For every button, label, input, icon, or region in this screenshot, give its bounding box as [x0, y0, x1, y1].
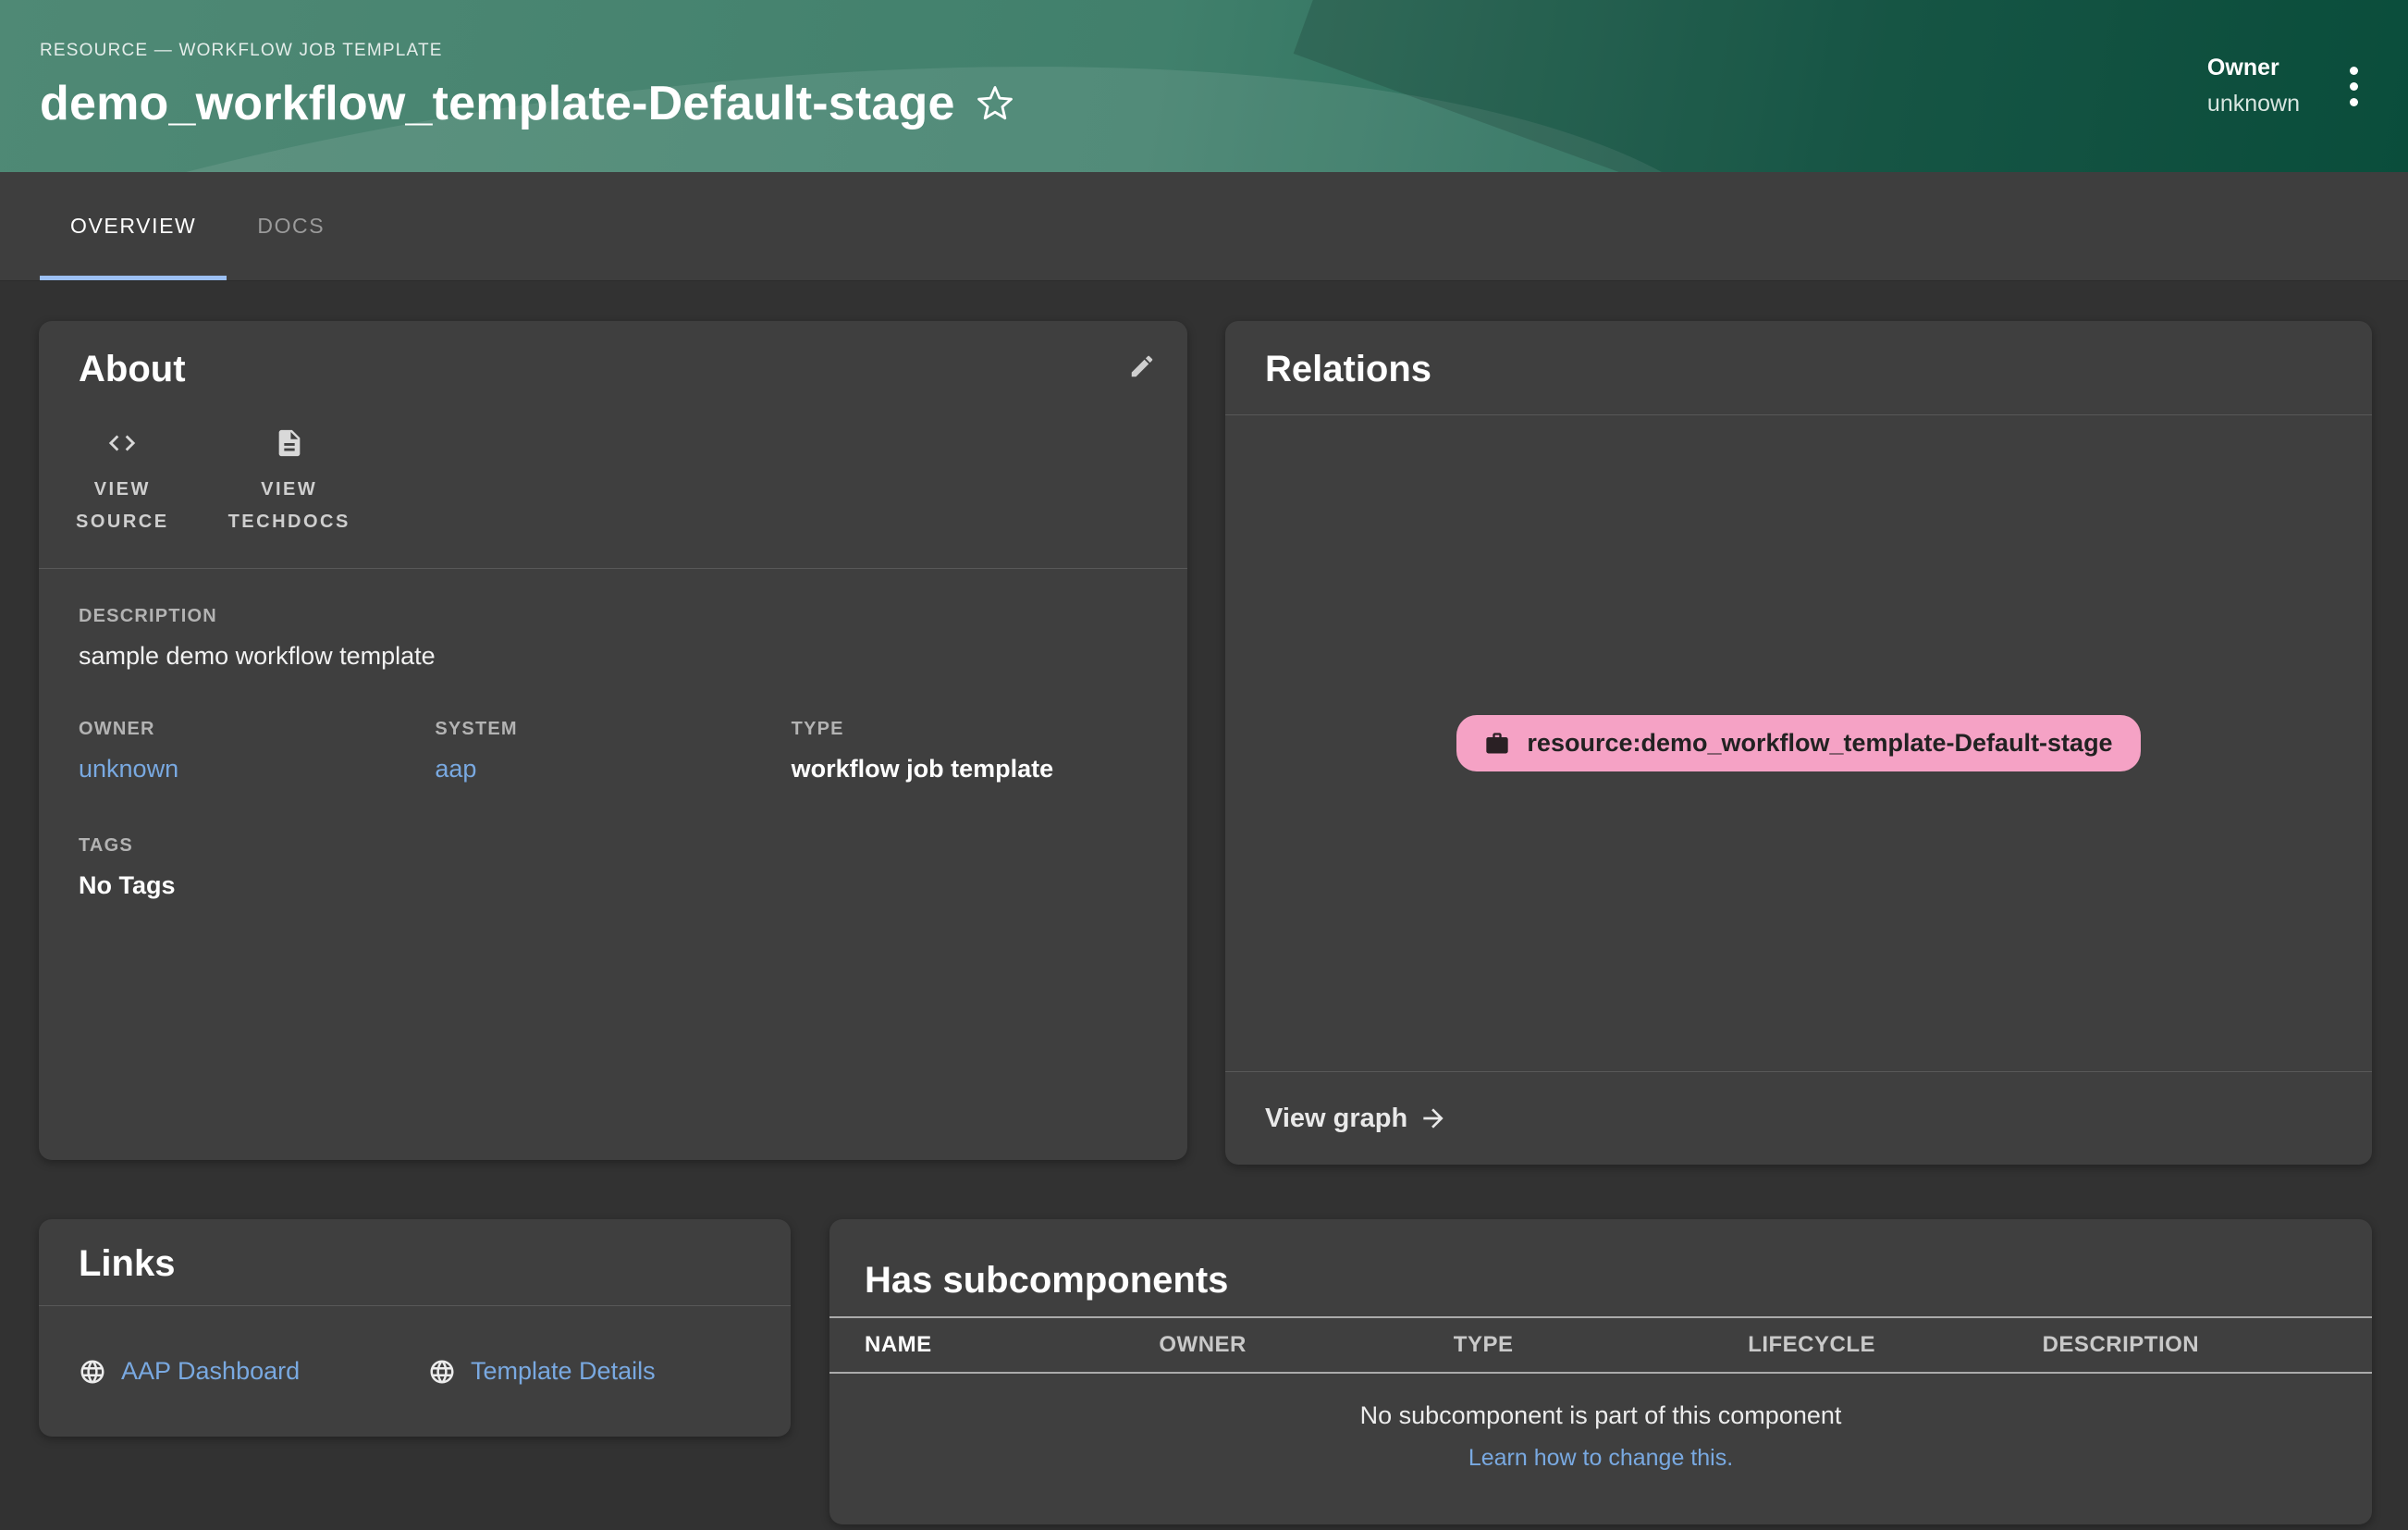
- column-header-owner[interactable]: OWNER: [1159, 1332, 1453, 1358]
- view-techdocs-label: VIEW TECHDOCS: [228, 474, 350, 538]
- briefcase-icon: [1484, 731, 1510, 757]
- header-title-block: RESOURCE — WORKFLOW JOB TEMPLATE demo_wo…: [0, 41, 2207, 131]
- tab-overview[interactable]: OVERVIEW: [40, 172, 227, 280]
- view-source-button[interactable]: VIEW SOURCE: [63, 422, 182, 544]
- tags-value: No Tags: [79, 871, 1148, 900]
- owner-label: Owner: [2207, 55, 2300, 81]
- owner-field: OWNER unknown: [79, 719, 435, 784]
- system-link[interactable]: aap: [435, 755, 476, 783]
- type-field: TYPE workflow job template: [792, 719, 1148, 784]
- globe-icon: [79, 1358, 106, 1386]
- relations-graph: resource:demo_workflow_template-Default-…: [1225, 415, 2372, 1071]
- entity-page-header: RESOURCE — WORKFLOW JOB TEMPLATE demo_wo…: [0, 0, 2408, 172]
- owner-field-label: OWNER: [79, 719, 435, 740]
- favorite-star-icon[interactable]: [976, 84, 1014, 123]
- edit-pencil-icon[interactable]: [1128, 352, 1156, 380]
- links-card-title: Links: [79, 1243, 751, 1285]
- empty-state-message: No subcomponent is part of this componen…: [829, 1401, 2372, 1430]
- header-owner-block: Owner unknown: [2207, 55, 2300, 117]
- page-title: demo_workflow_template-Default-stage: [40, 76, 955, 131]
- view-source-label: VIEW SOURCE: [76, 474, 169, 538]
- subcomponents-card-title: Has subcomponents: [865, 1260, 2337, 1302]
- tab-docs[interactable]: DOCS: [227, 172, 355, 280]
- type-value: workflow job template: [792, 755, 1148, 784]
- link-aap-dashboard-label: AAP Dashboard: [121, 1357, 300, 1386]
- column-header-description[interactable]: DESCRIPTION: [2043, 1332, 2337, 1358]
- column-header-name[interactable]: NAME: [865, 1332, 1159, 1358]
- active-tab-indicator: [40, 276, 227, 280]
- tags-field: TAGS No Tags: [79, 835, 1148, 900]
- about-card-title: About: [79, 349, 1148, 390]
- relations-card: Relations resource:demo_workflow_templat…: [1225, 321, 2372, 1165]
- document-icon: [274, 427, 305, 459]
- link-aap-dashboard[interactable]: AAP Dashboard: [79, 1357, 428, 1386]
- owner-link[interactable]: unknown: [79, 755, 178, 783]
- column-header-type[interactable]: TYPE: [1454, 1332, 1748, 1358]
- relations-card-title: Relations: [1265, 349, 2332, 390]
- view-graph-link[interactable]: View graph: [1225, 1072, 2372, 1165]
- code-icon: [106, 427, 138, 459]
- type-field-label: TYPE: [792, 719, 1148, 740]
- tab-docs-label: DOCS: [257, 214, 325, 239]
- links-card: Links AAP Dashboard: [39, 1219, 791, 1437]
- breadcrumb: RESOURCE — WORKFLOW JOB TEMPLATE: [40, 41, 2207, 61]
- link-template-details-label: Template Details: [471, 1357, 656, 1386]
- relation-node-label: resource:demo_workflow_template-Default-…: [1527, 729, 2112, 758]
- view-graph-label: View graph: [1265, 1104, 1407, 1134]
- arrow-right-icon: [1419, 1104, 1448, 1133]
- system-field: SYSTEM aap: [435, 719, 791, 784]
- entity-tabbar: OVERVIEW DOCS: [0, 172, 2408, 281]
- column-header-lifecycle[interactable]: LIFECYCLE: [1748, 1332, 2042, 1358]
- relation-node-resource[interactable]: resource:demo_workflow_template-Default-…: [1456, 715, 2140, 771]
- subcomponents-empty-state: No subcomponent is part of this componen…: [829, 1401, 2372, 1472]
- subcomponents-table-header: NAME OWNER TYPE LIFECYCLE DESCRIPTION: [829, 1316, 2372, 1374]
- view-techdocs-button[interactable]: VIEW TECHDOCS: [215, 422, 363, 544]
- globe-icon: [428, 1358, 456, 1386]
- more-options-kebab-icon[interactable]: [2344, 61, 2364, 112]
- learn-how-link[interactable]: Learn how to change this.: [1468, 1445, 1733, 1472]
- system-field-label: SYSTEM: [435, 719, 791, 740]
- description-value: sample demo workflow template: [79, 642, 1148, 671]
- tags-field-label: TAGS: [79, 835, 1148, 857]
- owner-value: unknown: [2207, 91, 2300, 117]
- description-label: DESCRIPTION: [79, 606, 1148, 627]
- tab-overview-label: OVERVIEW: [70, 214, 196, 239]
- about-card: About VIEW SOURCE: [39, 321, 1187, 1160]
- has-subcomponents-card: Has subcomponents NAME OWNER TYPE LIFECY…: [829, 1219, 2372, 1524]
- link-template-details[interactable]: Template Details: [428, 1357, 778, 1386]
- overview-content: About VIEW SOURCE: [0, 281, 2408, 1524]
